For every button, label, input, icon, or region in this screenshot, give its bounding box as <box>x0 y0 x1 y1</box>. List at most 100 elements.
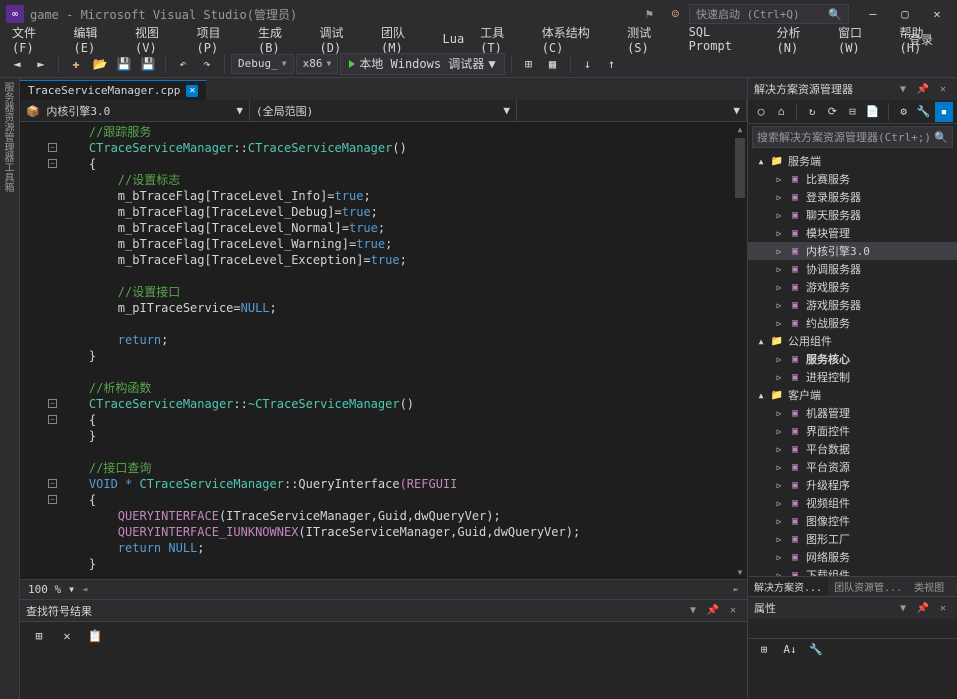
panel-pin-button[interactable]: 📌 <box>915 600 931 616</box>
expand-arrow[interactable]: ▷ <box>774 301 784 310</box>
code-line[interactable]: QUERYINTERFACE_IUNKNOWNEX(ITraceServiceM… <box>60 524 733 540</box>
panel-close-button[interactable]: ✕ <box>725 603 741 619</box>
tree-item[interactable]: ▷▣平台资源 <box>748 458 957 476</box>
tree-item[interactable]: ▷▣比赛服务 <box>748 170 957 188</box>
code-line[interactable]: CTraceServiceManager::~CTraceServiceMana… <box>60 396 733 412</box>
step-button[interactable]: ↓ <box>577 53 599 75</box>
code-line[interactable]: //析构函数 <box>60 380 733 396</box>
home-button[interactable]: ⌂ <box>772 102 790 122</box>
save-all-button[interactable]: 💾 <box>137 53 159 75</box>
scroll-thumb[interactable] <box>735 138 745 198</box>
code-line[interactable]: } <box>60 348 733 364</box>
tree-item[interactable]: ▷▣进程控制 <box>748 368 957 386</box>
menu-item[interactable]: 调试(D) <box>312 22 374 57</box>
sync-button[interactable]: ↻ <box>803 102 821 122</box>
wrench-button[interactable]: 🔧 <box>806 639 826 659</box>
code-editor[interactable]: −−−−−−−− //跟踪服务 CTraceServiceManager::CT… <box>20 122 747 579</box>
show-all-button[interactable]: 📄 <box>864 102 882 122</box>
debug-run-button[interactable]: 本地 Windows 调试器▼ <box>340 53 504 75</box>
nav-scope-combo[interactable]: (全局范围)▼ <box>250 100 517 121</box>
panel-tab[interactable]: 类视图 <box>908 577 950 596</box>
code-line[interactable] <box>60 572 733 579</box>
panel-dropdown-button[interactable]: ▼ <box>895 81 911 97</box>
expand-arrow[interactable]: ▷ <box>774 355 784 364</box>
fold-toggle[interactable]: − <box>48 399 57 408</box>
code-line[interactable] <box>60 316 733 332</box>
code-line[interactable]: m_pITraceService=NULL; <box>60 300 733 316</box>
tree-item[interactable]: ▲📁服务端 <box>748 152 957 170</box>
code-line[interactable]: } <box>60 428 733 444</box>
tree-item[interactable]: ▷▣升级程序 <box>748 476 957 494</box>
expand-arrow[interactable]: ▷ <box>774 463 784 472</box>
menu-item[interactable]: 生成(B) <box>250 22 312 57</box>
fold-toggle[interactable]: − <box>48 495 57 504</box>
config-combo[interactable]: Debug_▼ <box>231 54 294 74</box>
scroll-up-arrow[interactable]: ▲ <box>733 122 747 136</box>
nav-member-combo[interactable]: ▼ <box>517 100 747 121</box>
solution-search-input[interactable]: 搜索解决方案资源管理器(Ctrl+;) 🔍 <box>752 126 953 148</box>
tree-item[interactable]: ▲📁公用组件 <box>748 332 957 350</box>
menu-item[interactable]: 编辑(E) <box>66 22 128 57</box>
preview-button[interactable]: ▪ <box>935 102 953 122</box>
code-line[interactable]: { <box>60 412 733 428</box>
save-button[interactable]: 💾 <box>113 53 135 75</box>
expand-arrow[interactable]: ▷ <box>774 211 784 220</box>
expand-arrow[interactable]: ▷ <box>774 499 784 508</box>
fold-toggle[interactable]: − <box>48 479 57 488</box>
undo-button[interactable]: ↶ <box>172 53 194 75</box>
tree-item[interactable]: ▷▣机器管理 <box>748 404 957 422</box>
panel-close-button[interactable]: ✕ <box>935 600 951 616</box>
menu-item[interactable]: 工具(T) <box>472 22 534 57</box>
properties-button[interactable]: ⚙ <box>895 102 913 122</box>
tree-item[interactable]: ▷▣平台数据 <box>748 440 957 458</box>
tree-item[interactable]: ▷▣协调服务器 <box>748 260 957 278</box>
tree-item[interactable]: ▷▣游戏服务 <box>748 278 957 296</box>
code-line[interactable]: { <box>60 492 733 508</box>
notifications-flag-icon[interactable]: ⚑ <box>646 7 662 21</box>
expand-arrow[interactable]: ▷ <box>774 517 784 526</box>
code-line[interactable]: } <box>60 556 733 572</box>
tree-item[interactable]: ▷▣服务核心 <box>748 350 957 368</box>
menu-item[interactable]: Lua <box>435 30 473 48</box>
tree-item[interactable]: ▷▣约战服务 <box>748 314 957 332</box>
collapse-button[interactable]: ⊟ <box>843 102 861 122</box>
tree-item[interactable]: ▷▣内核引擎3.0 <box>748 242 957 260</box>
menu-item[interactable]: 项目(P) <box>189 22 251 57</box>
solution-tree[interactable]: ▲📁服务端▷▣比赛服务▷▣登录服务器▷▣聊天服务器▷▣模块管理▷▣内核引擎3.0… <box>748 150 957 576</box>
expand-arrow[interactable]: ▷ <box>774 193 784 202</box>
code-line[interactable]: return; <box>60 332 733 348</box>
tree-item[interactable]: ▷▣界面控件 <box>748 422 957 440</box>
tab-close-button[interactable]: ✕ <box>186 85 198 97</box>
code-line[interactable] <box>60 268 733 284</box>
expand-arrow[interactable]: ▷ <box>774 247 784 256</box>
left-tool-strip[interactable]: 服务器资源管理器 工具箱 <box>0 78 20 699</box>
tree-item[interactable]: ▷▣图像控件 <box>748 512 957 530</box>
expand-arrow[interactable]: ▷ <box>774 175 784 184</box>
expand-arrow[interactable]: ▷ <box>774 535 784 544</box>
expand-arrow[interactable]: ▷ <box>774 553 784 562</box>
fold-toggle[interactable]: − <box>48 415 57 424</box>
panel-tree-button[interactable]: ⊞ <box>28 625 50 647</box>
expand-arrow[interactable]: ▷ <box>774 373 784 382</box>
tree-item[interactable]: ▲📁客户端 <box>748 386 957 404</box>
expand-arrow[interactable]: ▷ <box>774 445 784 454</box>
back-button[interactable]: ◄ <box>6 53 28 75</box>
code-line[interactable]: return NULL; <box>60 540 733 556</box>
tree-item[interactable]: ▷▣网络服务 <box>748 548 957 566</box>
expand-arrow[interactable]: ▲ <box>756 337 766 346</box>
toolbar-btn-1[interactable]: ⊞ <box>518 53 540 75</box>
expand-arrow[interactable]: ▷ <box>774 283 784 292</box>
fold-toggle[interactable]: − <box>48 159 57 168</box>
tree-item[interactable]: ▷▣下载组件 <box>748 566 957 576</box>
panel-copy-button[interactable]: 📋 <box>84 625 106 647</box>
back-button[interactable]: ◯ <box>752 102 770 122</box>
alphabetical-button[interactable]: A↓ <box>780 639 800 659</box>
platform-combo[interactable]: x86▼ <box>296 54 339 74</box>
panel-close-button[interactable]: ✕ <box>935 81 951 97</box>
toolbar-btn-2[interactable]: ▦ <box>542 53 564 75</box>
code-line[interactable] <box>60 444 733 460</box>
scroll-down-arrow[interactable]: ▼ <box>733 565 747 579</box>
menu-item[interactable]: SQL Prompt <box>681 23 769 55</box>
zoom-level[interactable]: 100 % <box>28 583 61 596</box>
code-content[interactable]: //跟踪服务 CTraceServiceManager::CTraceServi… <box>60 122 733 579</box>
